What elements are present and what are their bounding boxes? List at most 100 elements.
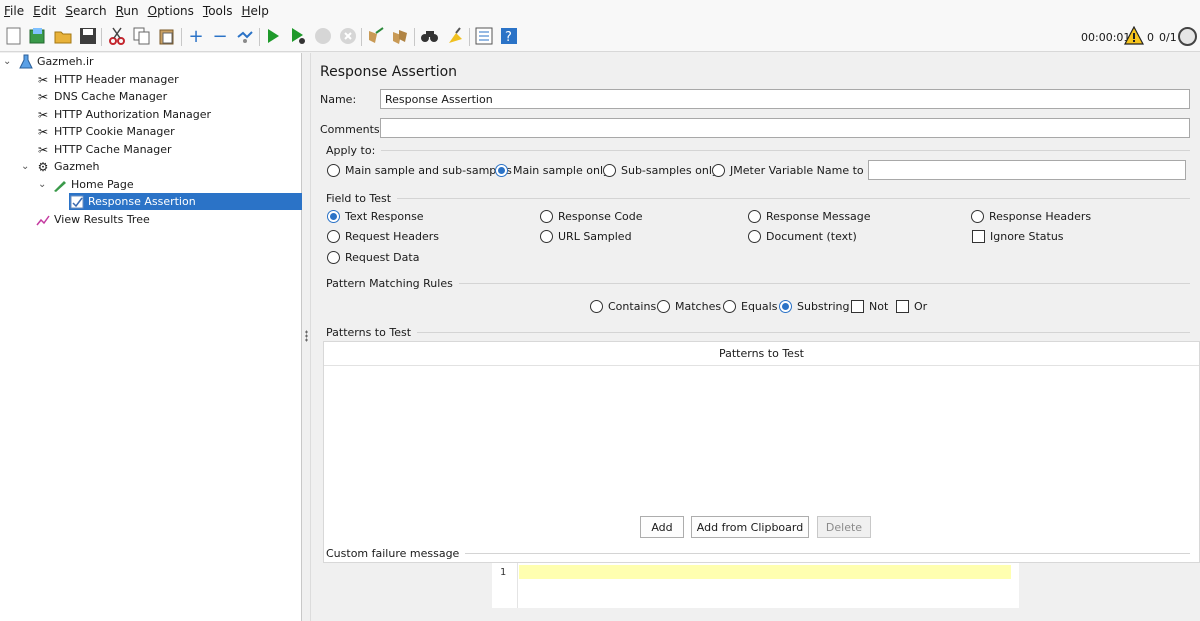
radio-button[interactable] (748, 230, 761, 243)
radio-sub-only[interactable]: Sub-samples only (603, 164, 718, 177)
radio-matches[interactable]: Matches (657, 300, 721, 313)
radio-main-only[interactable]: Main sample only (495, 164, 610, 177)
tree-node-cookie[interactable]: ✂ HTTP Cookie Manager (35, 123, 175, 140)
radio-request-headers[interactable]: Request Headers (327, 230, 439, 243)
radio-text-response[interactable]: Text Response (327, 210, 424, 223)
search-icon[interactable] (420, 26, 440, 46)
tree-node-thread-group[interactable]: ⚙ Gazmeh (35, 158, 100, 175)
new-icon[interactable] (4, 26, 24, 46)
tree-node-response-assertion[interactable]: Response Assertion (69, 193, 302, 210)
radio-request-data[interactable]: Request Data (327, 251, 419, 264)
radio-response-headers[interactable]: Response Headers (971, 210, 1091, 223)
radio-button[interactable] (327, 251, 340, 264)
shutdown-icon[interactable] (338, 26, 358, 46)
tree-node-authorization[interactable]: ✂ HTTP Authorization Manager (35, 106, 211, 123)
tree-node-label: View Results Tree (54, 213, 150, 226)
chevron-down-icon[interactable]: ⌄ (38, 179, 46, 190)
tree-node-label: HTTP Header manager (54, 73, 179, 86)
radio-document-text[interactable]: Document (text) (748, 230, 857, 243)
radio-button-selected[interactable] (779, 300, 792, 313)
radio-equals[interactable]: Equals (723, 300, 777, 313)
radio-button[interactable] (327, 230, 340, 243)
checkbox-or[interactable]: Or (896, 300, 927, 313)
tree-node-test-plan[interactable]: Gazmeh.ir (18, 53, 94, 70)
menu-tools[interactable]: Tools (203, 4, 233, 18)
variable-name-field[interactable] (868, 160, 1186, 180)
radio-url-sampled[interactable]: URL Sampled (540, 230, 632, 243)
radio-label: Response Message (766, 210, 871, 223)
radio-button-selected[interactable] (495, 164, 508, 177)
radio-button[interactable] (723, 300, 736, 313)
comments-field[interactable] (380, 118, 1190, 138)
radio-jmeter-variable[interactable]: JMeter Variable Name to use (712, 164, 887, 177)
radio-label: Substring (797, 300, 850, 313)
menu-search[interactable]: Search (65, 4, 106, 18)
clear-all-icon[interactable] (391, 26, 411, 46)
radio-substring[interactable]: Substring (779, 300, 850, 313)
tree-node-dns-cache[interactable]: ✂ DNS Cache Manager (35, 88, 167, 105)
paste-icon[interactable] (157, 26, 177, 46)
clear-icon[interactable] (366, 26, 386, 46)
radio-response-message[interactable]: Response Message (748, 210, 871, 223)
svg-text:?: ? (505, 30, 512, 45)
menu-edit[interactable]: Edit (33, 4, 56, 18)
remote-status-icon[interactable] (1178, 27, 1197, 46)
error-count: 0 (1147, 31, 1154, 44)
name-field[interactable]: Response Assertion (380, 89, 1190, 109)
copy-icon[interactable] (132, 26, 152, 46)
menu-file[interactable]: File (4, 4, 24, 18)
tree-node-results-tree[interactable]: View Results Tree (35, 211, 150, 228)
radio-label: Document (text) (766, 230, 857, 243)
reset-search-icon[interactable] (446, 26, 466, 46)
start-no-pause-icon[interactable] (288, 26, 308, 46)
radio-contains[interactable]: Contains (590, 300, 656, 313)
chevron-down-icon[interactable]: ⌄ (3, 56, 11, 67)
checkbox[interactable] (896, 300, 909, 313)
expand-icon[interactable]: + (186, 26, 206, 47)
radio-response-code[interactable]: Response Code (540, 210, 643, 223)
radio-button[interactable] (540, 210, 553, 223)
tree-node-label: Response Assertion (88, 195, 196, 208)
radio-button[interactable] (603, 164, 616, 177)
add-from-clipboard-button[interactable]: Add from Clipboard (691, 516, 809, 538)
checkbox[interactable] (972, 230, 985, 243)
tree-node-http-sampler[interactable]: Home Page (52, 176, 134, 193)
checkbox[interactable] (851, 300, 864, 313)
field-to-test-title: Field to Test (326, 192, 1190, 205)
delete-button[interactable]: Delete (817, 516, 871, 538)
line-number: 1 (500, 567, 507, 578)
divider-grip-icon[interactable] (305, 330, 308, 342)
radio-button-selected[interactable] (327, 210, 340, 223)
open-icon[interactable] (53, 26, 73, 46)
radio-button[interactable] (712, 164, 725, 177)
radio-label: Main sample only (513, 164, 610, 177)
tree-node-header-manager[interactable]: ✂ HTTP Header manager (35, 71, 179, 88)
tree-node-cache[interactable]: ✂ HTTP Cache Manager (35, 141, 172, 158)
stop-icon[interactable] (313, 26, 333, 46)
radio-button[interactable] (748, 210, 761, 223)
collapse-icon[interactable]: − (210, 26, 230, 47)
custom-failure-editor[interactable]: 1 (492, 563, 1019, 608)
toggle-icon[interactable] (235, 26, 255, 46)
radio-button[interactable] (971, 210, 984, 223)
add-button[interactable]: Add (640, 516, 684, 538)
radio-button[interactable] (590, 300, 603, 313)
cut-icon[interactable] (107, 26, 127, 46)
menu-help[interactable]: Help (242, 4, 269, 18)
radio-button[interactable] (657, 300, 670, 313)
start-icon[interactable] (263, 26, 283, 46)
help-icon[interactable]: ? (499, 26, 519, 46)
radio-button[interactable] (540, 230, 553, 243)
warning-icon[interactable] (1124, 25, 1144, 46)
save-icon[interactable] (78, 26, 98, 46)
checkbox-not[interactable]: Not (851, 300, 888, 313)
menu-options[interactable]: Options (148, 4, 194, 18)
radio-button[interactable] (327, 164, 340, 177)
patterns-column-header[interactable]: Patterns to Test (324, 342, 1199, 366)
menu-run[interactable]: Run (116, 4, 139, 18)
function-helper-icon[interactable] (474, 26, 494, 46)
radio-main-and-sub[interactable]: Main sample and sub-samples (327, 164, 512, 177)
checkbox-ignore-status[interactable]: Ignore Status (972, 230, 1064, 243)
templates-icon[interactable] (28, 26, 48, 46)
chevron-down-icon[interactable]: ⌄ (21, 161, 29, 172)
